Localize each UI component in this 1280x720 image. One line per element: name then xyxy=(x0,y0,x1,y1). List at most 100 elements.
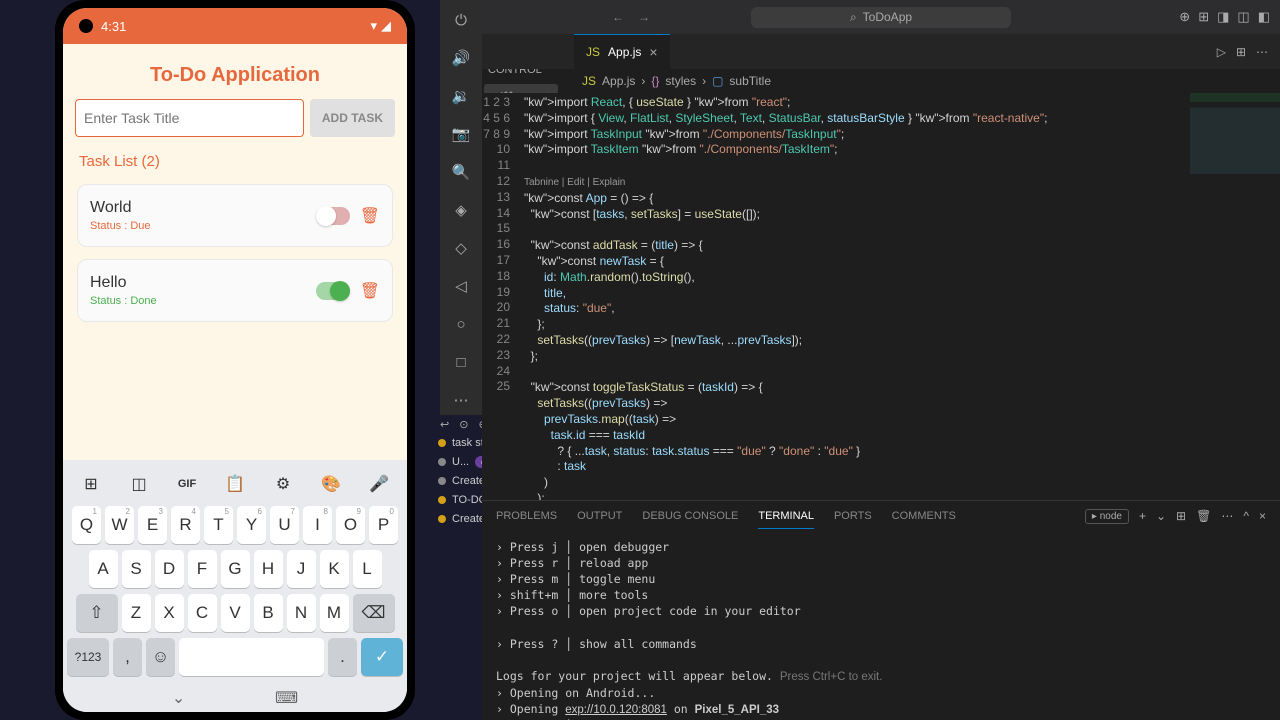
kb-gif-icon[interactable]: GIF xyxy=(171,470,203,498)
camera-cutout xyxy=(79,19,93,33)
key-w[interactable]: 2W xyxy=(105,506,134,544)
nav-keyboard-icon[interactable]: ⌨ xyxy=(275,688,298,708)
chevron-down-icon[interactable]: ⌄ xyxy=(1156,509,1166,523)
period-key[interactable]: . xyxy=(328,638,357,676)
back-icon[interactable]: ◁ xyxy=(451,276,471,296)
panel-bottom-icon[interactable]: ◫ xyxy=(1237,9,1249,25)
key-t[interactable]: 5T xyxy=(204,506,233,544)
command-center[interactable]: ⌕ ToDoApp xyxy=(751,7,1011,28)
key-k[interactable]: K xyxy=(320,550,349,588)
key-c[interactable]: C xyxy=(188,594,217,632)
tab-debug-console[interactable]: DEBUG CONSOLE xyxy=(642,504,738,528)
tab-comments[interactable]: COMMENTS xyxy=(892,504,956,528)
emoji-key[interactable]: ☺ xyxy=(146,638,175,676)
layout-icon[interactable]: ⊞ xyxy=(1198,9,1209,25)
kb-theme-icon[interactable]: 🎨 xyxy=(315,470,347,498)
volume-up-icon[interactable]: 🔊 xyxy=(451,48,471,68)
zoom-icon[interactable]: 🔍 xyxy=(451,162,471,182)
more-icon[interactable]: ⋯ xyxy=(1221,509,1233,523)
terminal-shell[interactable]: ▸ node xyxy=(1085,509,1129,524)
key-v[interactable]: V xyxy=(221,594,250,632)
key-u[interactable]: 7U xyxy=(270,506,299,544)
rotate-right-icon[interactable]: ◇ xyxy=(451,238,471,258)
panel-right-icon[interactable]: ◧ xyxy=(1258,9,1270,25)
split-icon[interactable]: ⊞ xyxy=(1236,45,1246,59)
commit-action-icon[interactable]: ↩ xyxy=(440,418,449,431)
more-icon[interactable]: ⋯ xyxy=(451,390,471,410)
panel-left-icon[interactable]: ◨ xyxy=(1217,9,1229,25)
status-time: 4:31 xyxy=(101,19,126,34)
vscode-window: ← → ⌕ ToDoApp ⊕ ⊞ ◨ ◫ ◧ CONTROL ⋯ CONTRO… xyxy=(482,0,1280,720)
tab-ports[interactable]: PORTS xyxy=(834,504,872,528)
code-editor[interactable]: 1 2 3 4 5 6 7 8 9 10 11 12 13 14 15 16 1… xyxy=(482,93,1280,500)
overview-icon[interactable]: □ xyxy=(451,352,471,372)
key-q[interactable]: 1Q xyxy=(72,506,101,544)
breadcrumb[interactable]: JS App.js› {} styles› ▢ subTitle xyxy=(482,69,1280,93)
tab-terminal[interactable]: TERMINAL xyxy=(758,504,814,529)
enter-key[interactable]: ✓ xyxy=(361,638,403,676)
close-icon[interactable]: × xyxy=(649,44,657,60)
key-y[interactable]: 6Y xyxy=(237,506,266,544)
comma-key[interactable]: , xyxy=(113,638,142,676)
kb-mic-icon[interactable]: 🎤 xyxy=(363,470,395,498)
numeric-key[interactable]: ?123 xyxy=(67,638,109,676)
commit-action-icon[interactable]: ⊙ xyxy=(459,418,468,431)
key-r[interactable]: 4R xyxy=(171,506,200,544)
chevron-up-icon[interactable]: ^ xyxy=(1243,509,1249,523)
key-j[interactable]: J xyxy=(287,550,316,588)
key-m[interactable]: M xyxy=(320,594,349,632)
key-z[interactable]: Z xyxy=(122,594,151,632)
rotate-left-icon[interactable]: ◈ xyxy=(451,200,471,220)
backspace-key[interactable]: ⌫ xyxy=(353,594,395,632)
space-key[interactable] xyxy=(179,638,324,676)
kb-settings-icon[interactable]: ⚙ xyxy=(267,470,299,498)
task-title-input[interactable] xyxy=(75,99,304,137)
status-toggle[interactable] xyxy=(316,207,350,225)
nav-back-icon[interactable]: ← xyxy=(612,10,624,24)
key-d[interactable]: D xyxy=(155,550,184,588)
trash-icon[interactable]: 🗑 xyxy=(1196,509,1211,523)
key-s[interactable]: S xyxy=(122,550,151,588)
run-icon[interactable]: ▷ xyxy=(1217,45,1226,59)
add-task-button[interactable]: ADD TASK xyxy=(310,99,395,137)
nav-down-icon[interactable]: ⌄ xyxy=(172,688,185,708)
split-terminal-icon[interactable]: ⊞ xyxy=(1176,509,1186,523)
status-toggle[interactable] xyxy=(316,282,350,300)
key-x[interactable]: X xyxy=(155,594,184,632)
key-o[interactable]: 9O xyxy=(336,506,365,544)
kb-menu-icon[interactable]: ⊞ xyxy=(75,470,107,498)
kb-clipboard-icon[interactable]: 📋 xyxy=(219,470,251,498)
kb-sticker-icon[interactable]: ◫ xyxy=(123,470,155,498)
key-g[interactable]: G xyxy=(221,550,250,588)
key-l[interactable]: L xyxy=(353,550,382,588)
key-b[interactable]: B xyxy=(254,594,283,632)
volume-down-icon[interactable]: 🔉 xyxy=(451,86,471,106)
new-terminal-icon[interactable]: + xyxy=(1139,509,1146,523)
more-icon[interactable]: ⋯ xyxy=(1256,45,1268,59)
power-icon[interactable]: ⏻ xyxy=(451,10,471,30)
delete-icon[interactable]: 🗑 xyxy=(360,281,380,301)
key-e[interactable]: 3E xyxy=(138,506,167,544)
delete-icon[interactable]: 🗑 xyxy=(360,206,380,226)
camera-icon[interactable]: 📷 xyxy=(451,124,471,144)
tab-problems[interactable]: PROBLEMS xyxy=(496,504,557,528)
tab-output[interactable]: OUTPUT xyxy=(577,504,622,528)
nav-forward-icon[interactable]: → xyxy=(638,10,650,24)
terminal-output[interactable]: › Press j │ open debugger › Press r │ re… xyxy=(482,531,1280,720)
task-title: World xyxy=(90,199,151,217)
close-icon[interactable]: × xyxy=(1259,509,1266,523)
task-status: Status : Done xyxy=(90,295,157,307)
tab-app-js[interactable]: JS App.js × xyxy=(574,34,670,69)
key-n[interactable]: N xyxy=(287,594,316,632)
minimap[interactable] xyxy=(1190,93,1280,500)
key-p[interactable]: 0P xyxy=(369,506,398,544)
brackets-icon: {} xyxy=(651,74,659,88)
key-a[interactable]: A xyxy=(89,550,118,588)
key-i[interactable]: 8I xyxy=(303,506,332,544)
copilot-icon[interactable]: ⊕ xyxy=(1179,9,1190,25)
shift-key[interactable]: ⇧ xyxy=(76,594,118,632)
js-file-icon: JS xyxy=(582,74,596,88)
home-icon[interactable]: ○ xyxy=(451,314,471,334)
key-f[interactable]: F xyxy=(188,550,217,588)
key-h[interactable]: H xyxy=(254,550,283,588)
